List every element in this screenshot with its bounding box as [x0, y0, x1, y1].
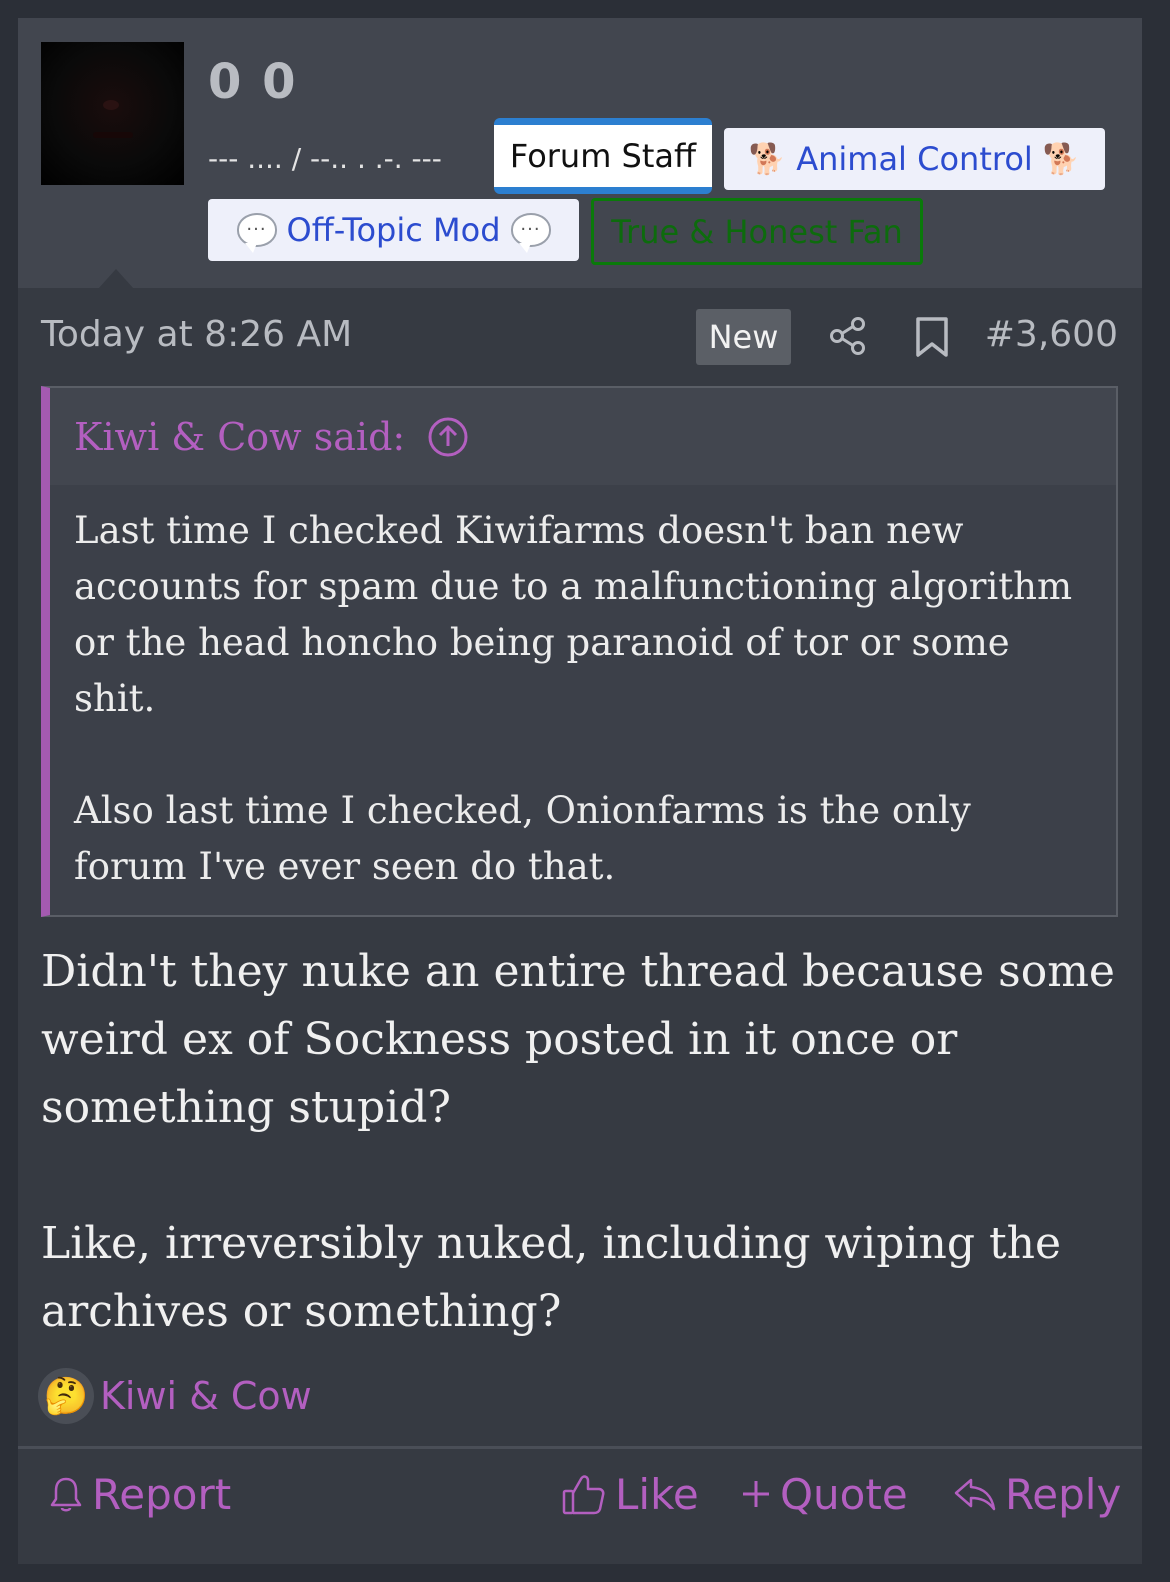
quote-block: Kiwi & Cow said: Last time I checked Kiw…	[41, 386, 1118, 917]
bookmark-icon[interactable]	[914, 316, 950, 358]
quote-header[interactable]: Kiwi & Cow said:	[50, 388, 1116, 485]
quote-paragraph: Last time I checked Kiwifarms doesn't ba…	[74, 509, 1073, 720]
banner-forum-staff-label: Forum Staff	[509, 137, 697, 175]
header-pointer	[98, 269, 134, 289]
dog-icon: 🐕	[748, 141, 787, 177]
quote-attribution[interactable]: Kiwi & Cow said:	[74, 415, 405, 459]
share-icon[interactable]	[828, 316, 868, 356]
avatar[interactable]	[41, 42, 184, 185]
quote-button[interactable]: Quote	[740, 1466, 908, 1522]
report-label: Report	[92, 1469, 232, 1519]
banner-forum-staff: Forum Staff	[494, 118, 712, 194]
banner-offtopic-mod-label: Off-Topic Mod	[286, 211, 501, 249]
thinking-face-icon: 🤔	[38, 1368, 94, 1424]
bell-icon	[50, 1477, 82, 1512]
post: 0 0 --- .... / --.. . .-. --- Forum Staf…	[18, 18, 1142, 1564]
post-header: 0 0 --- .... / --.. . .-. --- Forum Staf…	[18, 18, 1142, 288]
plus-icon	[743, 1481, 769, 1507]
quote-label: Quote	[780, 1469, 908, 1519]
username[interactable]: 0 0	[208, 54, 298, 110]
like-button[interactable]: Like	[561, 1466, 699, 1522]
dog-icon: 🐕	[1042, 141, 1081, 177]
reactions-bar[interactable]: 🤔 Kiwi & Cow	[38, 1368, 312, 1424]
banner-offtopic-mod: ··· Off-Topic Mod ···	[208, 199, 579, 261]
speech-bubble-icon: ···	[236, 213, 277, 253]
quote-body: Last time I checked Kiwifarms doesn't ba…	[50, 485, 1116, 895]
banner-true-honest-fan: True & Honest Fan	[591, 198, 923, 265]
arrow-up-circle-icon[interactable]	[427, 416, 469, 458]
speech-bubble-icon: ···	[510, 213, 551, 253]
message-body: Didn't they nuke an entire thread becaus…	[41, 938, 1121, 1346]
reply-arrow-icon	[954, 1478, 996, 1511]
reply-button[interactable]: Reply	[953, 1466, 1121, 1522]
reaction-user[interactable]: Kiwi & Cow	[100, 1374, 312, 1418]
banner-animal-control: 🐕 Animal Control 🐕	[724, 128, 1105, 190]
reply-label: Reply	[1005, 1469, 1122, 1519]
new-badge: New	[696, 309, 791, 365]
banner-animal-control-label: Animal Control	[796, 140, 1033, 178]
report-button[interactable]: Report	[48, 1466, 231, 1522]
user-title: --- .... / --.. . .-. ---	[208, 142, 442, 175]
banner-fan-label: True & Honest Fan	[611, 212, 903, 251]
message-paragraph: Like, irreversibly nuked, including wipi…	[41, 1218, 1062, 1337]
thumbs-up-icon	[562, 1475, 605, 1515]
avatar-detail	[103, 100, 119, 110]
like-label: Like	[615, 1469, 699, 1519]
message-paragraph: Didn't they nuke an entire thread becaus…	[41, 946, 1115, 1133]
post-timestamp[interactable]: Today at 8:26 AM	[41, 314, 352, 355]
footer-divider	[18, 1446, 1142, 1449]
quote-paragraph: Also last time I checked, Onionfarms is …	[74, 789, 971, 888]
post-number[interactable]: #3,600	[985, 314, 1118, 355]
avatar-detail	[93, 132, 133, 138]
